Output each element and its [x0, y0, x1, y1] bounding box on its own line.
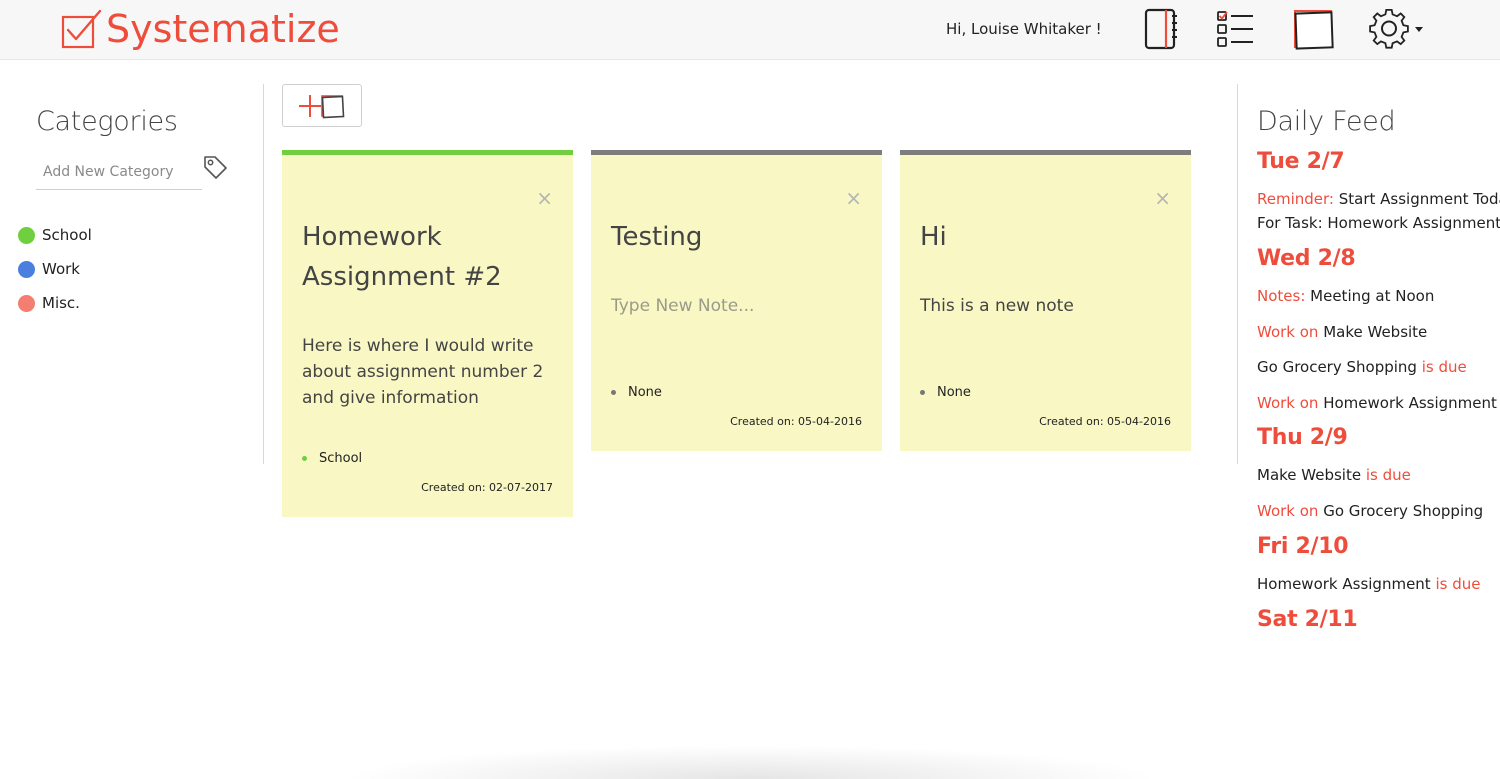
notebook-button[interactable]	[1140, 6, 1182, 52]
category-bullet	[611, 390, 616, 395]
category-bullet	[302, 456, 307, 461]
daily-feed-panel: Daily Feed Tue 2/7 Reminder: Start Assig…	[1237, 84, 1500, 632]
category-label: Misc.	[42, 294, 80, 312]
note-title[interactable]: Hi	[920, 217, 1160, 257]
feed-item[interactable]: Work on Homework Assignment	[1257, 394, 1497, 412]
note-card[interactable]: × Homework Assignment #2 Here is where I…	[282, 150, 573, 517]
feed-item[interactable]: Notes: Meeting at Noon	[1257, 287, 1434, 305]
footer-shadow	[340, 745, 1160, 779]
feed-day-heading: Thu 2/9	[1257, 425, 1348, 450]
note-category[interactable]: None	[611, 385, 662, 400]
note-card[interactable]: × Testing Type New Note... None Created …	[591, 150, 882, 451]
category-item-misc[interactable]: Misc.	[18, 286, 92, 320]
feed-item[interactable]: Homework Assignment is due	[1257, 575, 1480, 593]
chevron-down-icon	[1415, 27, 1423, 32]
note-body[interactable]: Type New Note...	[611, 293, 861, 319]
feed-item[interactable]: Work on Make Website	[1257, 323, 1427, 341]
add-note-button[interactable]	[282, 84, 362, 127]
categories-panel: Categories School Work Misc.	[0, 84, 264, 464]
note-card[interactable]: × Hi This is a new note None Created on:…	[900, 150, 1191, 451]
logo-text: Systematize	[106, 7, 340, 51]
note-created-date: Created on: 05-04-2016	[730, 415, 862, 428]
checklist-icon	[1217, 11, 1253, 47]
note-category-label: School	[319, 451, 363, 466]
note-category[interactable]: School	[302, 451, 362, 466]
categories-title: Categories	[36, 106, 178, 137]
daily-feed-title: Daily Feed	[1257, 106, 1396, 137]
note-created-date: Created on: 02-07-2017	[421, 481, 553, 494]
close-icon[interactable]: ×	[845, 188, 862, 208]
category-color-dot	[18, 260, 35, 278]
settings-dropdown[interactable]	[1368, 6, 1426, 52]
category-color-dot	[18, 226, 35, 244]
close-icon[interactable]: ×	[536, 188, 553, 208]
sticky-note-icon	[1294, 10, 1334, 50]
note-body[interactable]: This is a new note	[920, 293, 1170, 319]
note-title[interactable]: Testing	[611, 217, 851, 257]
note-category-label: None	[628, 385, 662, 400]
user-greeting: Hi, Louise Whitaker !	[946, 20, 1102, 38]
note-category-label: None	[937, 385, 971, 400]
feed-day-heading: Wed 2/8	[1257, 246, 1356, 271]
task-list-button[interactable]	[1214, 6, 1256, 52]
category-item-school[interactable]: School	[18, 218, 92, 252]
note-body[interactable]: Here is where I would write about assign…	[302, 333, 552, 411]
gear-icon	[1369, 8, 1423, 49]
note-title[interactable]: Homework Assignment #2	[302, 217, 542, 297]
feed-day-heading: Fri 2/10	[1257, 534, 1349, 559]
add-note-icon	[299, 94, 345, 118]
feed-item[interactable]: Work on Go Grocery Shopping	[1257, 502, 1483, 520]
add-category-input[interactable]	[36, 154, 202, 190]
category-bullet	[920, 390, 925, 395]
feed-item[interactable]: Reminder: Start Assignment Today	[1257, 190, 1500, 208]
logo[interactable]: Systematize	[60, 4, 340, 54]
note-created-date: Created on: 05-04-2016	[1039, 415, 1171, 428]
feed-item[interactable]: For Task: Homework Assignment	[1257, 214, 1500, 232]
feed-day-heading: Sat 2/11	[1257, 607, 1358, 632]
category-label: School	[42, 226, 92, 244]
top-bar: Systematize Hi, Louise Whitaker !	[0, 0, 1500, 60]
feed-item[interactable]: Go Grocery Shopping is due	[1257, 358, 1467, 376]
logo-checkbox-icon	[61, 9, 102, 49]
feed-day-heading: Tue 2/7	[1257, 149, 1345, 174]
category-color-dot	[18, 294, 35, 312]
category-list: School Work Misc.	[18, 218, 92, 320]
sticky-notes-button[interactable]	[1290, 6, 1336, 52]
category-item-work[interactable]: Work	[18, 252, 92, 286]
category-label: Work	[42, 260, 80, 278]
close-icon[interactable]: ×	[1154, 188, 1171, 208]
feed-item[interactable]: Make Website is due	[1257, 466, 1411, 484]
note-category[interactable]: None	[920, 385, 971, 400]
notebook-icon	[1144, 8, 1177, 50]
tag-icon[interactable]	[202, 154, 228, 180]
